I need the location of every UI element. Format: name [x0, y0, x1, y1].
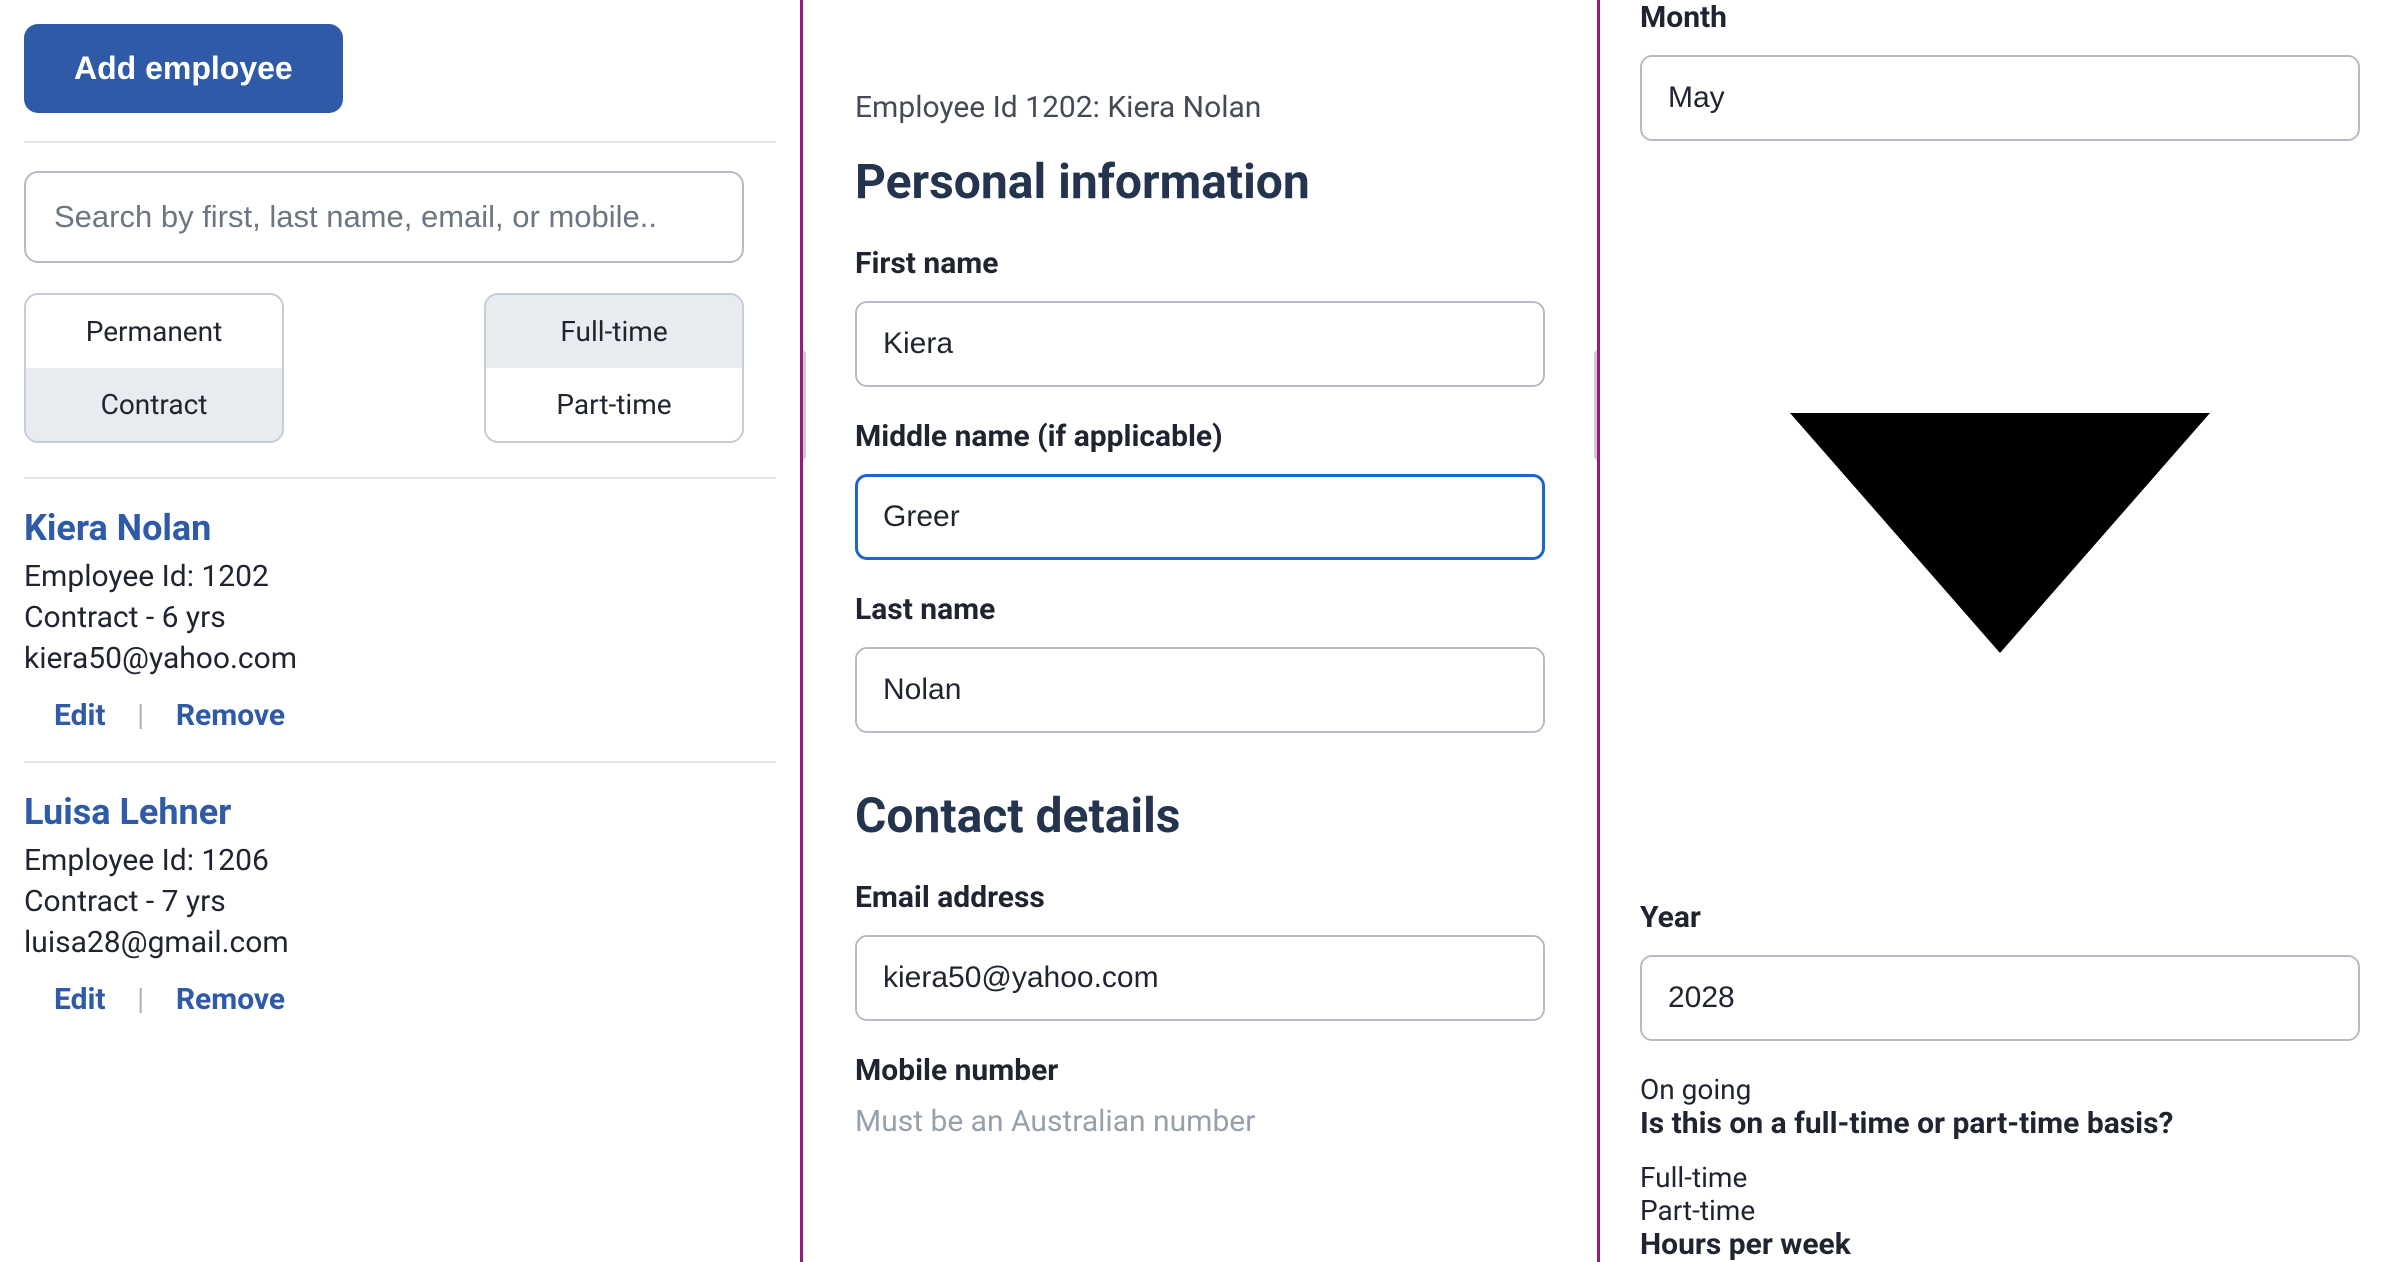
divider [24, 477, 776, 479]
basis-parttime-label: Part-time [1640, 1194, 1755, 1227]
edit-link[interactable]: Edit [54, 698, 106, 733]
email-label: Email address [855, 880, 1545, 915]
basis-parttime-row: Part-time [1640, 1194, 2360, 1227]
employee-type: Contract - 6 yrs [24, 600, 776, 635]
filter-row: Permanent Contract Full-time Part-time [24, 293, 744, 443]
remove-link[interactable]: Remove [176, 982, 285, 1017]
email-input[interactable] [855, 935, 1545, 1021]
section-heading-contact: Contact details [855, 787, 1545, 844]
month-select[interactable] [1640, 55, 2360, 900]
employee-card: Kiera Nolan Employee Id: 1202 Contract -… [24, 507, 776, 733]
month-label: Month [1640, 0, 2360, 35]
time-basis-filter: Full-time Part-time [484, 293, 744, 443]
middle-name-label: Middle name (if applicable) [855, 419, 1545, 454]
divider [24, 761, 776, 763]
edit-link[interactable]: Edit [54, 982, 106, 1017]
separator: | [137, 698, 144, 733]
mobile-hint: Must be an Australian number [855, 1104, 1545, 1139]
basis-fulltime-label: Full-time [1640, 1161, 1747, 1194]
month-value[interactable] [1640, 55, 2360, 141]
separator: | [137, 982, 144, 1017]
employment-type-filter: Permanent Contract [24, 293, 284, 443]
employee-type: Contract - 7 yrs [24, 884, 776, 919]
year-label: Year [1640, 900, 2360, 935]
last-name-label: Last name [855, 592, 1545, 627]
first-name-input[interactable] [855, 301, 1545, 387]
filter-parttime[interactable]: Part-time [486, 368, 742, 441]
divider [24, 141, 776, 143]
employee-card: Luisa Lehner Employee Id: 1206 Contract … [24, 791, 776, 1017]
basis-question: Is this on a full-time or part-time basi… [1640, 1106, 2360, 1141]
last-name-input[interactable] [855, 647, 1545, 733]
filter-fulltime[interactable]: Full-time [486, 295, 742, 368]
middle-name-input[interactable] [855, 474, 1545, 560]
hours-label: Hours per week [1640, 1227, 2360, 1262]
employee-actions: Edit | Remove [54, 982, 776, 1017]
employee-actions: Edit | Remove [54, 698, 776, 733]
employee-email: luisa28@gmail.com [24, 925, 776, 960]
breadcrumb: Employee Id 1202: Kiera Nolan [855, 90, 1545, 125]
employee-list-panel: Add employee Permanent Contract Full-tim… [0, 0, 800, 1262]
employment-terms-panel: Month Year On going Is this on a full-ti… [1600, 0, 2400, 1262]
year-input[interactable] [1640, 955, 2360, 1041]
employee-id: Employee Id: 1202 [24, 559, 776, 594]
employee-name-link[interactable]: Kiera Nolan [24, 507, 776, 549]
ongoing-label: On going [1640, 1073, 1751, 1106]
section-heading-personal: Personal information [855, 153, 1545, 210]
first-name-label: First name [855, 246, 1545, 281]
employee-detail-panel: Employee Id 1202: Kiera Nolan Personal i… [800, 0, 1600, 1262]
remove-link[interactable]: Remove [176, 698, 285, 733]
employee-name-link[interactable]: Luisa Lehner [24, 791, 776, 833]
panel-resize-handle[interactable] [800, 350, 806, 460]
ongoing-row: On going [1640, 1073, 2360, 1106]
employee-email: kiera50@yahoo.com [24, 641, 776, 676]
mobile-label: Mobile number [855, 1053, 1545, 1088]
basis-fulltime-row: Full-time [1640, 1161, 2360, 1194]
add-employee-button[interactable]: Add employee [24, 24, 343, 113]
employee-id: Employee Id: 1206 [24, 843, 776, 878]
search-input[interactable] [24, 171, 744, 263]
chevron-down-icon [1640, 867, 2360, 900]
filter-permanent[interactable]: Permanent [26, 295, 282, 368]
filter-contract[interactable]: Contract [26, 368, 282, 441]
